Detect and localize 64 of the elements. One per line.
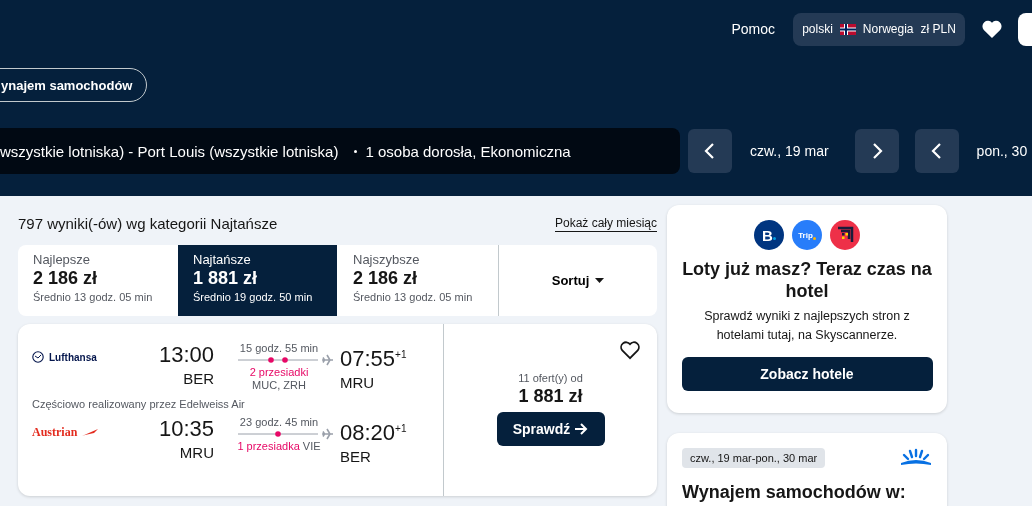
arrow-right-icon [575, 423, 589, 435]
swoosh-logo-icon [82, 429, 99, 436]
select-button[interactable]: Sprawdź [496, 412, 605, 446]
tab-price: 1 881 zł [193, 268, 259, 289]
partner-logo-icon [830, 220, 860, 250]
flag-icon [839, 23, 856, 35]
heart-icon[interactable] [619, 340, 641, 360]
partner-logo-icon: Trip [792, 220, 822, 250]
hotel-text: Sprawdź wyniki z najlepszych stron z hotelami tutaj, na Skyscannerze. [703, 308, 911, 344]
airport-code: BER [183, 370, 214, 387]
airline-name: Austrian [32, 425, 78, 440]
arrival-time: 08:20$^{+1}$ [340, 419, 408, 447]
separator-dot [354, 149, 358, 153]
stop-airports: MUC, ZRH [252, 379, 306, 392]
tab-average: Średnio 13 godz. 05 min [353, 291, 474, 303]
sort-tab[interactable]: Najtańsze 1 881 zł Średnio 19 godz. 50 min [178, 245, 338, 316]
tab-average: Średnio 19 godz. 50 min [193, 291, 314, 303]
help-link[interactable]: Pomoc [731, 21, 775, 37]
hotels-button[interactable]: Zobacz hotele [681, 357, 933, 391]
stops-text: 1 przesiadka VIE [237, 440, 321, 453]
account-button[interactable] [1018, 12, 1032, 46]
price-text: 1 881 zł [518, 386, 583, 407]
airport-code: MRU [340, 374, 376, 392]
next-date-button[interactable] [854, 129, 899, 173]
car-title: Wynajem samochodów w: [682, 482, 907, 503]
departure-time: 13:00 [158, 342, 214, 368]
partner-logo-icon: B [754, 220, 784, 250]
offers-text: 11 ofert(y) od [518, 372, 583, 384]
route-text: wszystkie lotniska) - Port Louis (wszystkie lotniska) [0, 142, 339, 160]
airline-name: Lufthansa [49, 351, 97, 363]
tab-label: Najszybsze [353, 252, 421, 267]
sort-tab[interactable]: Najszybsze 2 186 zł Średnio 13 godz. 05 min [338, 245, 498, 316]
sunrise-logo-icon [900, 448, 932, 468]
passengers-text: 1 osoba dorosła, Ekonomiczna [365, 142, 571, 160]
date-text[interactable]: pon., 30 [958, 143, 1032, 159]
flight-card[interactable] [18, 324, 657, 496]
date-text[interactable]: czw., 19 mar [732, 143, 847, 159]
month-link[interactable]: Pokaż cały miesiąc [554, 216, 657, 232]
chevron-left-icon [929, 142, 944, 160]
heart-icon[interactable] [981, 19, 1003, 39]
results-summary: 797 wyniki(-ów) wg kategorii Najtańsze [18, 215, 278, 232]
tab-label: Najlepsze [33, 252, 92, 267]
caret-icon [595, 277, 605, 284]
stops-text: 2 przesiadki [249, 366, 309, 379]
arrival-time: 07:55$^{+1}$ [340, 345, 408, 373]
duration-text: 15 godz. 55 min [239, 342, 319, 354]
airport-code: MRU [179, 444, 214, 461]
tab-price: 2 186 zł [353, 268, 419, 289]
hotel-title: Loty już masz? Teraz czas na hotel [682, 258, 932, 302]
tab-price: 2 186 zł [33, 268, 99, 289]
sort-button[interactable]: Sortuj [498, 245, 657, 316]
tab-average: Średnio 13 godz. 05 min [33, 291, 154, 303]
crane-logo-icon [32, 351, 44, 363]
previous-date-button[interactable] [914, 129, 959, 173]
operator-note: Częściowo realizowany przez Edelweiss Air [32, 398, 246, 410]
tab-label: Najtańsze [193, 252, 252, 267]
departure-time: 10:35 [158, 416, 214, 442]
date-range-tag: czw., 19 mar-pon., 30 mar [682, 448, 826, 468]
airport-code: BER [340, 448, 372, 466]
locale-button[interactable]: polski Norwegia zł PLN [793, 12, 965, 46]
duration-text: 23 godz. 45 min [239, 416, 319, 428]
chevron-left-icon [703, 142, 717, 160]
search-summary[interactable]: wszystkie lotniska) - Port Louis (wszystkie lotniska) 1 osoba dorosła, Ekonomiczna [0, 128, 680, 174]
previous-date-button[interactable] [688, 129, 732, 173]
